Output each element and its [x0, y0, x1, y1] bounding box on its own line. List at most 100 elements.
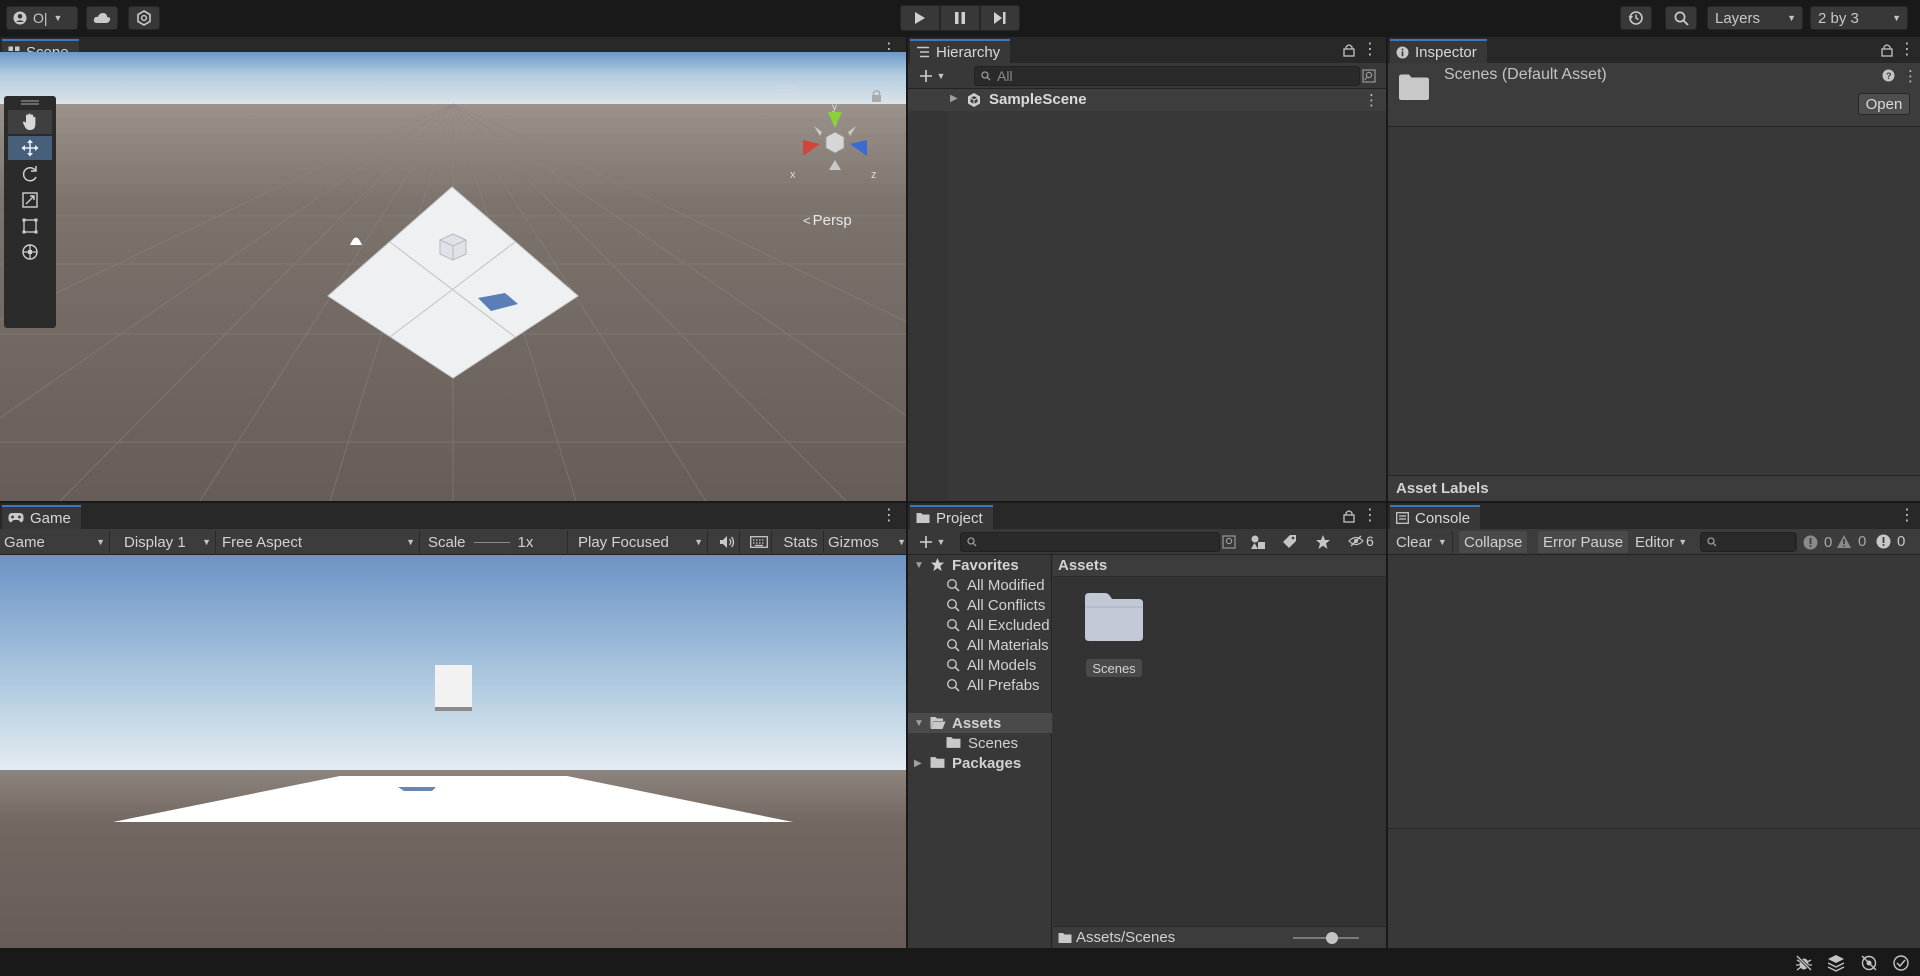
kebab-menu-icon[interactable]: ⋮	[1362, 507, 1378, 525]
hierarchy-search-input[interactable]: All	[974, 66, 1360, 86]
chevron-down-icon: ▼	[96, 537, 105, 547]
game-toolstrip: Game ▼ Display 1 ▼ Free Aspect ▼ Scale 1…	[0, 529, 906, 555]
slider-thumb[interactable]	[1326, 932, 1338, 944]
step-button[interactable]	[980, 5, 1020, 31]
console-search-input[interactable]	[1700, 532, 1796, 552]
scene-viewport[interactable]: y x z < Persp	[0, 52, 906, 501]
kebab-menu-icon[interactable]: ⋮	[1899, 41, 1915, 59]
layers-dropdown[interactable]: Layers ▼	[1707, 6, 1803, 30]
kebab-menu-icon[interactable]: ⋮	[881, 507, 897, 525]
gizmos-select[interactable]: Gizmos ▼	[828, 531, 906, 553]
log-count-toggle[interactable]: 0	[1796, 533, 1832, 551]
chevron-down-icon: ▼	[936, 537, 946, 547]
create-dropdown[interactable]: ▼	[916, 532, 948, 552]
scale-tool-button[interactable]	[8, 188, 52, 212]
drag-handle[interactable]	[21, 100, 39, 102]
undo-history-button[interactable]	[1620, 6, 1652, 30]
search-filter-icon[interactable]	[1362, 69, 1376, 83]
collab-button[interactable]	[128, 6, 160, 30]
tab-label: Hierarchy	[936, 43, 1001, 61]
folder-tile-scenes[interactable]: Scenes	[1077, 591, 1151, 681]
tab-inspector[interactable]: Inspector	[1390, 39, 1487, 63]
layout-dropdown[interactable]: 2 by 3 ▼	[1810, 6, 1908, 30]
kebab-menu-icon[interactable]: ⋮	[1903, 67, 1918, 85]
hand-tool-button[interactable]	[8, 110, 52, 134]
warning-count: 0	[1858, 533, 1867, 550]
account-dropdown[interactable]: O| ▼	[6, 6, 78, 30]
cloud-button[interactable]	[86, 6, 118, 30]
search-button[interactable]	[1665, 6, 1697, 30]
game-viewport[interactable]	[0, 555, 906, 948]
project-search-input[interactable]	[960, 532, 1220, 552]
play-focus-select[interactable]: Play Focused ▼	[578, 531, 708, 553]
eye-slash-icon	[1348, 535, 1364, 547]
check-circle-icon[interactable]	[1892, 954, 1910, 972]
lock-icon[interactable]	[1342, 509, 1356, 523]
aspect-select[interactable]: Free Aspect ▼	[222, 531, 420, 553]
tab-console[interactable]: Console	[1390, 505, 1481, 529]
view-select-value: Game	[4, 533, 45, 551]
tab-game[interactable]: Game	[2, 505, 81, 529]
open-button[interactable]: Open	[1858, 93, 1910, 115]
mute-audio-toggle[interactable]	[714, 531, 740, 553]
collapse-arrow-icon[interactable]: ▼	[914, 560, 924, 571]
scale-slider[interactable]: Scale 1x	[428, 531, 568, 553]
rotate-icon	[22, 166, 37, 182]
filter-by-type-icon[interactable]	[1250, 534, 1266, 550]
view-select[interactable]: Game ▼	[4, 531, 110, 553]
folder-icon	[1058, 933, 1072, 943]
kebab-menu-icon[interactable]: ⋮	[1899, 507, 1915, 525]
project-footer: Assets/Scenes	[1053, 926, 1386, 948]
expand-arrow-icon[interactable]: ▶	[914, 758, 922, 769]
debug-bug-icon[interactable]	[1795, 954, 1813, 972]
kebab-menu-icon[interactable]: ⋮	[1362, 41, 1378, 59]
error-count-toggle[interactable]: 0	[1876, 533, 1905, 550]
scale-icon	[22, 192, 38, 208]
tab-project[interactable]: Project	[910, 505, 993, 529]
stats-toggle[interactable]: Stats	[778, 531, 824, 553]
cache-server-icon[interactable]	[1827, 954, 1845, 972]
help-icon[interactable]: ?	[1882, 69, 1895, 82]
perspective-toggle[interactable]: < Persp	[803, 212, 852, 229]
editor-dropdown[interactable]: Editor ▼	[1630, 531, 1692, 553]
kebab-menu-icon[interactable]: ⋮	[1364, 91, 1379, 109]
display-select[interactable]: Display 1 ▼	[124, 531, 216, 553]
clear-button[interactable]: Clear ▼	[1391, 531, 1453, 553]
error-pause-toggle[interactable]: Error Pause	[1538, 531, 1629, 553]
tab-hierarchy[interactable]: Hierarchy	[910, 39, 1011, 63]
asset-labels-section[interactable]: Asset Labels	[1388, 475, 1920, 501]
rotate-tool-button[interactable]	[8, 162, 52, 186]
search-icon	[981, 71, 991, 81]
star-icon[interactable]	[1315, 534, 1331, 550]
move-tool-button[interactable]	[8, 136, 52, 160]
lock-icon[interactable]	[1342, 43, 1356, 57]
transform-icon	[22, 244, 38, 260]
favorite-label: All Modified	[967, 576, 1045, 594]
folder-icon	[946, 737, 961, 748]
chevron-down-icon: ▼	[1892, 13, 1901, 23]
expand-arrow-icon[interactable]: ▶	[950, 93, 958, 104]
assets-row[interactable]: ▼ Assets	[908, 713, 1052, 733]
auto-generate-lighting-icon[interactable]	[1860, 954, 1878, 972]
pause-button[interactable]	[940, 5, 980, 31]
hidden-packages-toggle[interactable]: 6	[1348, 533, 1374, 549]
lock-icon[interactable]	[1880, 43, 1894, 57]
shortcuts-toggle[interactable]	[746, 531, 772, 553]
play-button[interactable]	[900, 5, 940, 31]
console-log-list[interactable]	[1388, 555, 1920, 828]
warning-count-toggle[interactable]: 0	[1836, 533, 1866, 550]
create-dropdown[interactable]: ▼	[916, 66, 948, 86]
scale-track[interactable]	[473, 541, 510, 543]
label-icon[interactable]	[1282, 534, 1298, 550]
search-placeholder: All	[997, 68, 1013, 84]
collapse-toggle[interactable]: Collapse	[1459, 531, 1528, 553]
collapse-arrow-icon[interactable]: ▼	[914, 718, 924, 729]
search-filter-icon[interactable]	[1222, 535, 1236, 549]
console-toolstrip: Clear ▼ Collapse Error Pause Editor ▼ 0 …	[1388, 529, 1920, 555]
rect-tool-button[interactable]	[8, 214, 52, 238]
game-render	[0, 555, 906, 948]
console-detail-area[interactable]	[1388, 829, 1920, 948]
transform-tool-button[interactable]	[8, 240, 52, 264]
scene-row[interactable]: ▶ SampleScene ⋮	[908, 89, 1386, 111]
folder-icon	[1399, 74, 1429, 100]
